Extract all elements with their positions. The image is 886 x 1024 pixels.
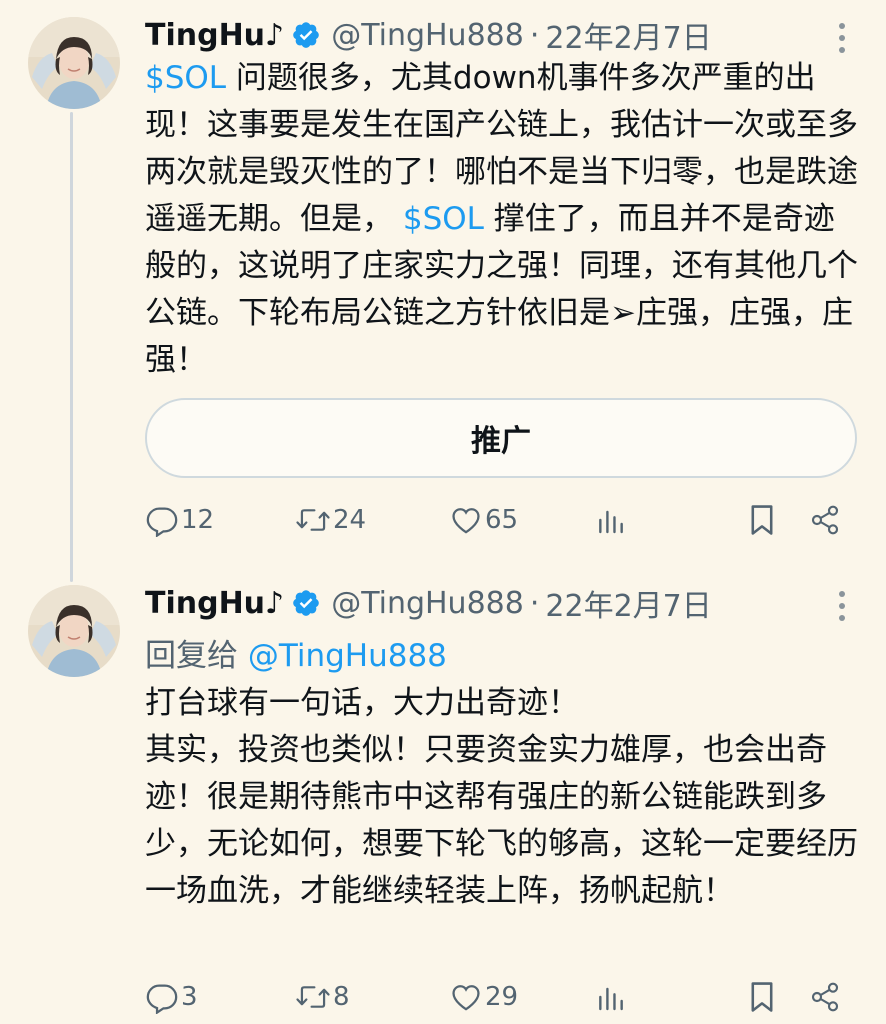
separator-dot: · xyxy=(529,17,540,53)
reply-context: 回复给 @TingHu888 xyxy=(145,630,447,675)
views-button[interactable] xyxy=(595,977,627,1017)
avatar[interactable] xyxy=(28,17,120,109)
author-name[interactable]: TingHu♪ xyxy=(145,586,284,621)
tweet-text-paragraph: 其实，投资也类似！只要资金实力雄厚，也会出奇迹！很是期待熊市中这帮有强庄的新公链… xyxy=(145,732,858,909)
tweet-text-paragraph: 打台球有一句话，大力出奇迹！ xyxy=(145,685,579,721)
author-name[interactable]: TingHu♪ xyxy=(145,18,284,53)
verified-badge-icon xyxy=(291,20,321,50)
share-icon xyxy=(809,503,841,537)
tweet-text: 打台球有一句话，大力出奇迹！ 其实，投资也类似！只要资金实力雄厚，也会出奇迹！很… xyxy=(145,680,860,915)
reply-button[interactable]: 3 xyxy=(145,977,198,1017)
retweet-count: 24 xyxy=(333,505,367,535)
like-icon xyxy=(449,503,483,537)
like-button[interactable]: 29 xyxy=(449,977,518,1017)
author-handle[interactable]: @TingHu888 xyxy=(331,586,524,621)
cashtag-link[interactable]: $SOL xyxy=(145,60,226,96)
reply-count: 3 xyxy=(181,982,198,1012)
retweet-button[interactable]: 8 xyxy=(295,977,350,1017)
tweet[interactable]: TingHu♪ @TingHu888 · 22年2月7日 回复给 @TingHu… xyxy=(0,570,886,1024)
tweet[interactable]: TingHu♪ @TingHu888 · 22年2月7日 $SOL 问题很多，尤… xyxy=(0,0,886,560)
reply-count: 12 xyxy=(181,505,215,535)
retweet-icon xyxy=(295,980,331,1014)
avatar[interactable] xyxy=(28,585,120,677)
more-vertical-icon[interactable] xyxy=(834,588,850,624)
reply-to-handle-link[interactable]: @TingHu888 xyxy=(248,638,447,674)
tweet-header: TingHu♪ @TingHu888 · 22年2月7日 xyxy=(145,13,712,57)
views-icon xyxy=(595,503,627,537)
author-handle[interactable]: @TingHu888 xyxy=(331,18,524,53)
action-bar: 3 8 29 xyxy=(145,977,855,1017)
share-icon xyxy=(809,980,841,1014)
reply-to-label: 回复给 xyxy=(145,638,248,674)
promote-button[interactable]: 推广 xyxy=(145,398,857,478)
bookmark-icon xyxy=(747,503,777,537)
like-icon xyxy=(449,980,483,1014)
tweet-date[interactable]: 22年2月7日 xyxy=(545,581,711,625)
separator-dot: · xyxy=(529,585,540,621)
reply-icon xyxy=(145,980,179,1014)
tweet-header: TingHu♪ @TingHu888 · 22年2月7日 xyxy=(145,581,712,625)
share-button[interactable] xyxy=(809,977,841,1017)
retweet-icon xyxy=(295,503,331,537)
reply-button[interactable]: 12 xyxy=(145,500,214,540)
cashtag-link[interactable]: $SOL xyxy=(403,201,484,237)
tweet-text: $SOL 问题很多，尤其down机事件多次严重的出现！这事要是发生在国产公链上，… xyxy=(145,55,860,384)
reply-icon xyxy=(145,503,179,537)
verified-badge-icon xyxy=(291,588,321,618)
more-vertical-icon[interactable] xyxy=(834,20,850,56)
bookmark-icon xyxy=(747,980,777,1014)
retweet-button[interactable]: 24 xyxy=(295,500,366,540)
action-bar: 12 24 65 xyxy=(145,500,855,540)
views-icon xyxy=(595,980,627,1014)
like-count: 29 xyxy=(485,982,519,1012)
like-button[interactable]: 65 xyxy=(449,500,518,540)
retweet-count: 8 xyxy=(333,982,350,1012)
tweet-date[interactable]: 22年2月7日 xyxy=(545,13,711,57)
bookmark-button[interactable] xyxy=(747,977,777,1017)
views-button[interactable] xyxy=(595,500,627,540)
bookmark-button[interactable] xyxy=(747,500,777,540)
like-count: 65 xyxy=(485,505,519,535)
share-button[interactable] xyxy=(809,500,841,540)
